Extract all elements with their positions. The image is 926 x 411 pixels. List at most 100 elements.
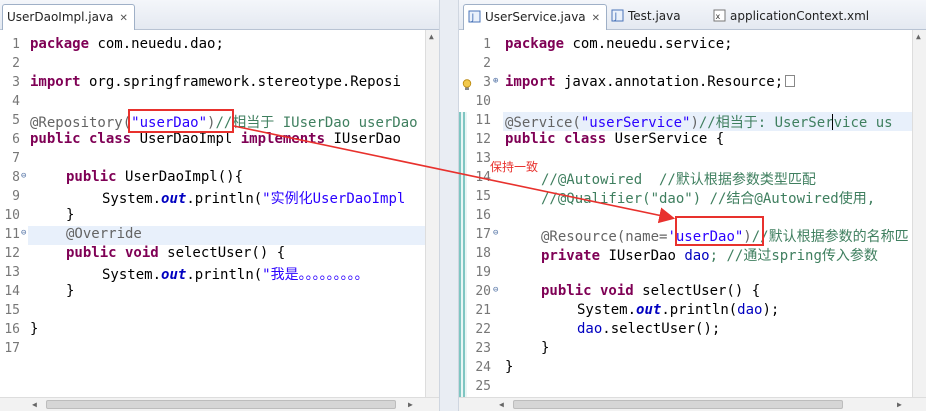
svg-text:x: x bbox=[716, 12, 721, 21]
line-number: 1 bbox=[12, 37, 20, 52]
line-number: 16 bbox=[4, 322, 20, 337]
scroll-right-icon[interactable]: ▶ bbox=[408, 400, 413, 409]
code-line-20: public void selectUser() { bbox=[541, 283, 761, 299]
line-number: 11 bbox=[4, 227, 20, 242]
code-line-12: public void selectUser() { bbox=[66, 245, 286, 261]
line-number: 13 bbox=[4, 265, 20, 280]
code-line-3: import javax.annotation.Resource; bbox=[505, 74, 796, 90]
tab-label: UserDaoImpl.java bbox=[7, 10, 114, 24]
line-number: 22 bbox=[475, 322, 491, 337]
line-number: 19 bbox=[475, 265, 491, 280]
right-tab-bar: J UserService.java ✕ J Test.java x applicati… bbox=[459, 0, 926, 30]
line-number: 15 bbox=[475, 189, 491, 204]
line-number: 5 bbox=[12, 113, 20, 128]
callout-label: 保持一致 bbox=[490, 160, 539, 174]
fold-icon[interactable]: ⊖ bbox=[21, 171, 26, 181]
line-number: 18 bbox=[475, 246, 491, 261]
horizontal-scrollbar[interactable]: ◀ ▶ bbox=[0, 397, 439, 411]
close-icon[interactable]: ✕ bbox=[592, 7, 600, 31]
code-line-11: @Service("userService")//相当于: UserServic… bbox=[505, 115, 893, 131]
highlight-box-resource-name bbox=[675, 216, 764, 246]
java-file-icon: J bbox=[468, 7, 481, 23]
line-number: 4 bbox=[12, 94, 20, 109]
line-number: 14 bbox=[4, 284, 20, 299]
code-line-14: } bbox=[66, 283, 75, 299]
line-number: 3 bbox=[12, 75, 20, 90]
tab-userdaoimpl[interactable]: UserDaoImpl.java ✕ bbox=[2, 4, 135, 30]
line-number: 11 bbox=[475, 113, 491, 128]
editor-split-divider[interactable] bbox=[440, 0, 458, 411]
horizontal-scroll-thumb[interactable] bbox=[46, 400, 396, 409]
scroll-left-icon[interactable]: ◀ bbox=[32, 400, 37, 409]
tab-label: Test.java bbox=[628, 9, 681, 23]
code-line-23: } bbox=[541, 340, 550, 356]
code-line-18: private IUserDao dao; //通过spring传入参数 bbox=[541, 248, 878, 264]
code-line-6: public class UserDaoImpl implements IUse… bbox=[30, 131, 401, 147]
line-number: 14 bbox=[475, 170, 491, 185]
line-number: 10 bbox=[4, 208, 20, 223]
code-line-1: package com.neuedu.service; bbox=[505, 36, 733, 52]
line-number: 6 bbox=[12, 132, 20, 147]
line-number: 17 bbox=[475, 227, 491, 242]
fold-icon[interactable]: ⊖ bbox=[493, 285, 498, 295]
text-cursor bbox=[832, 114, 833, 130]
svg-text:J: J bbox=[614, 12, 618, 22]
collapsed-imports-marker[interactable] bbox=[785, 75, 796, 87]
tab-applicationcontext[interactable]: x applicationContext.xml bbox=[709, 4, 875, 30]
line-number: 12 bbox=[475, 132, 491, 147]
line-number: 9 bbox=[12, 189, 20, 204]
line-number: 3 bbox=[483, 75, 491, 90]
horizontal-scroll-thumb[interactable] bbox=[513, 400, 843, 409]
line-number: 16 bbox=[475, 208, 491, 223]
tab-test[interactable]: J Test.java bbox=[607, 4, 687, 30]
vertical-scrollbar[interactable]: ▲ bbox=[912, 30, 926, 397]
vertical-scrollbar[interactable]: ▲ bbox=[425, 30, 439, 397]
scroll-up-icon[interactable]: ▲ bbox=[429, 32, 434, 41]
fold-icon[interactable]: ⊖ bbox=[21, 228, 26, 238]
line-number: 13 bbox=[475, 151, 491, 166]
scroll-up-icon[interactable]: ▲ bbox=[916, 32, 921, 41]
fold-icon[interactable]: ⊖ bbox=[493, 228, 498, 238]
svg-text:J: J bbox=[471, 13, 475, 23]
code-line-16: } bbox=[30, 321, 39, 337]
line-number: 8 bbox=[12, 170, 20, 185]
scroll-left-icon[interactable]: ◀ bbox=[499, 400, 504, 409]
right-editor: J UserService.java ✕ J Test.java x applicati… bbox=[458, 0, 926, 411]
code-line-12: public class UserService { bbox=[505, 131, 725, 147]
line-number: 21 bbox=[475, 303, 491, 318]
line-number: 10 bbox=[475, 94, 491, 109]
line-number: 2 bbox=[483, 56, 491, 71]
code-line-8: public UserDaoImpl(){ bbox=[66, 169, 244, 185]
code-line-10: } bbox=[66, 207, 75, 223]
line-number: 24 bbox=[475, 360, 491, 375]
code-line-15: //@Qualifier("dao") //结合@Autowired使用, bbox=[541, 191, 876, 207]
left-editor: UserDaoImpl.java ✕ 1 2 3 4 5 6 7 8 9 10 1… bbox=[0, 0, 440, 411]
line-number: 20 bbox=[475, 284, 491, 299]
code-line-13: System.out.println("我是。。。。。。。。。 bbox=[102, 267, 369, 283]
code-line-14: //@Autowired //默认根据参数类型匹配 bbox=[541, 172, 816, 188]
line-number: 2 bbox=[12, 56, 20, 71]
tab-userservice[interactable]: J UserService.java ✕ bbox=[463, 4, 608, 31]
scroll-right-icon[interactable]: ▶ bbox=[897, 400, 902, 409]
close-icon[interactable]: ✕ bbox=[119, 7, 127, 31]
line-number: 7 bbox=[12, 151, 20, 166]
code-line-21: System.out.println(dao); bbox=[577, 302, 780, 318]
code-line-1: package com.neuedu.dao; bbox=[30, 36, 224, 52]
line-number: 25 bbox=[475, 379, 491, 394]
highlight-box-repository-name bbox=[128, 109, 234, 133]
code-line-9: System.out.println("实例化UserDaoImpl bbox=[102, 191, 406, 207]
fold-icon[interactable]: ⊕ bbox=[493, 76, 498, 86]
java-file-icon: J bbox=[611, 6, 624, 22]
line-number: 1 bbox=[483, 37, 491, 52]
horizontal-scrollbar[interactable]: ◀ ▶ bbox=[459, 397, 926, 411]
line-number: 23 bbox=[475, 341, 491, 356]
code-line-11: @Override bbox=[66, 226, 142, 242]
line-number: 15 bbox=[4, 303, 20, 318]
change-marker-strip bbox=[459, 112, 467, 398]
tab-label: UserService.java bbox=[485, 10, 586, 24]
tab-label: applicationContext.xml bbox=[730, 9, 870, 23]
xml-file-icon: x bbox=[713, 6, 726, 22]
line-number: 17 bbox=[4, 341, 20, 356]
code-line-24: } bbox=[505, 359, 514, 375]
code-line-3: import org.springframework.stereotype.Re… bbox=[30, 74, 401, 90]
